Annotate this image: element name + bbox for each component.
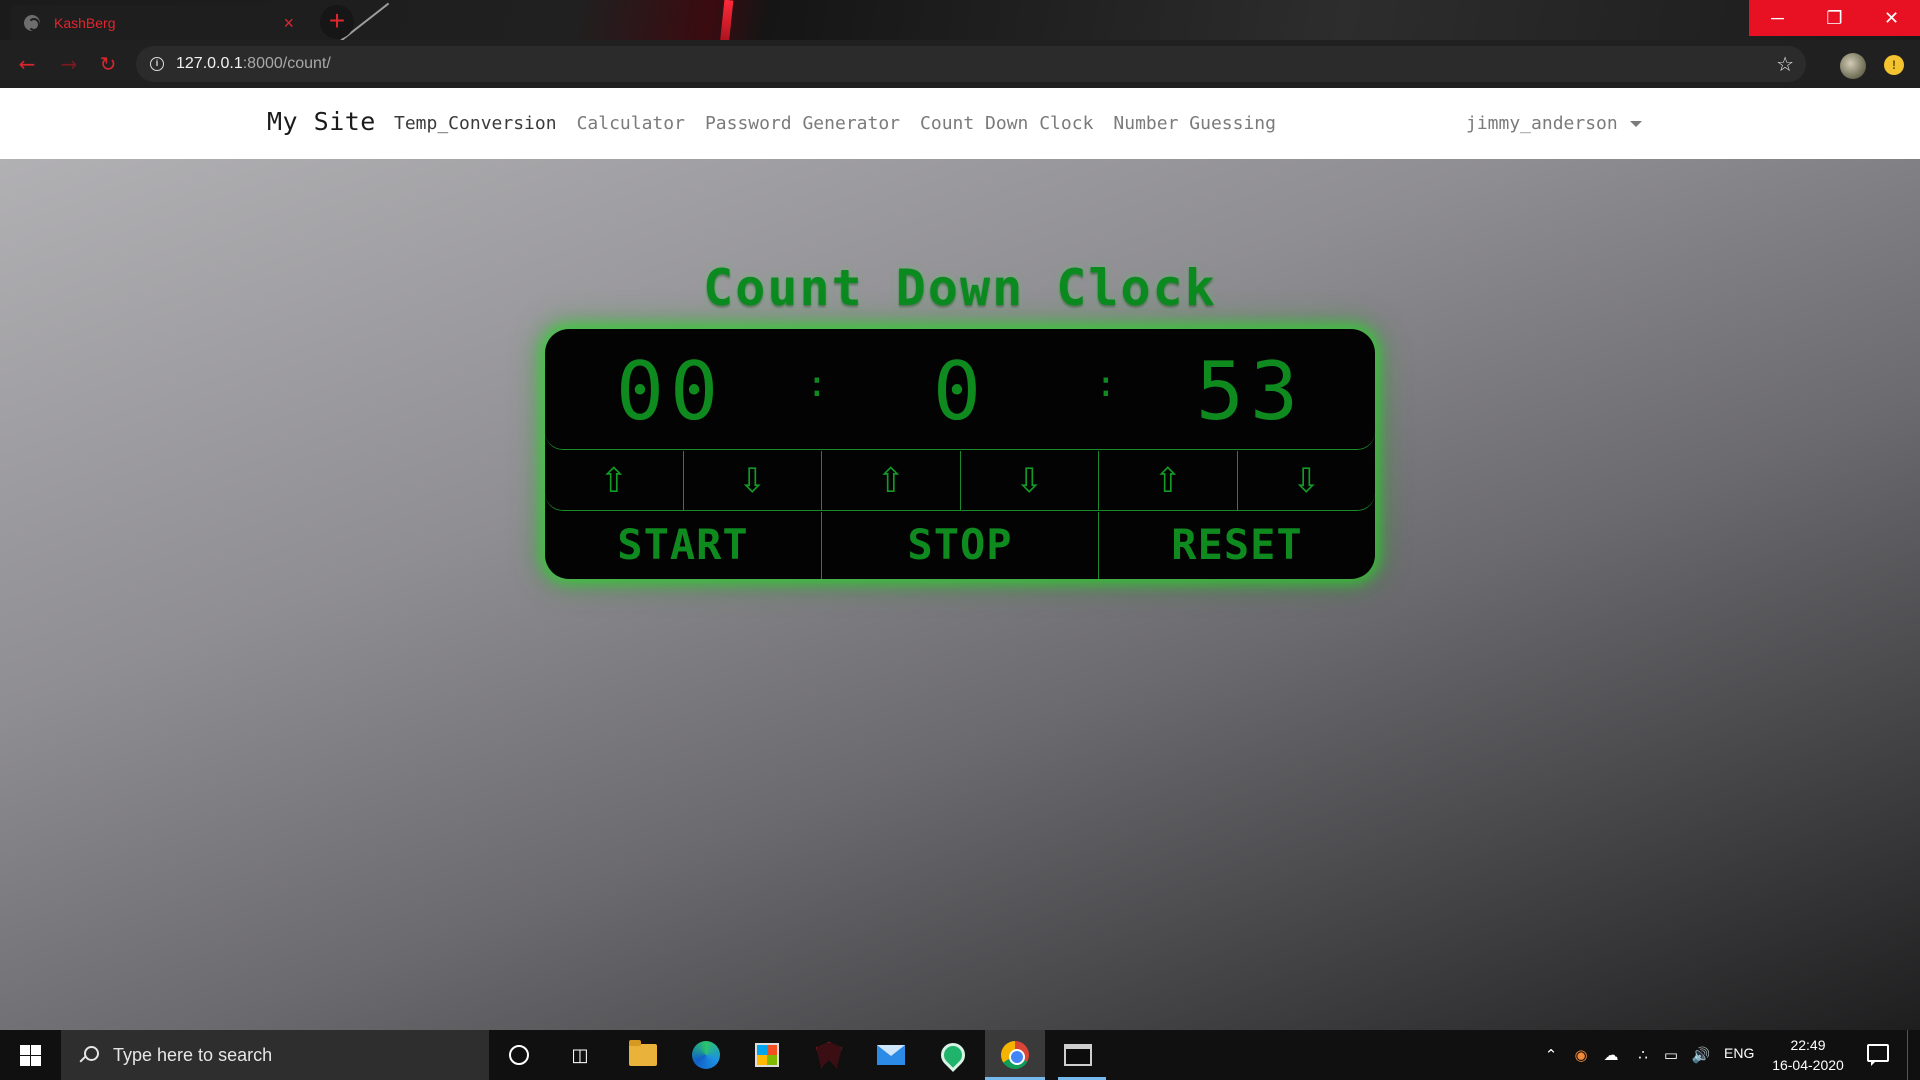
minutes-up-arrow-icon[interactable]: ⇧ bbox=[821, 451, 960, 511]
mail-icon[interactable] bbox=[875, 1039, 907, 1071]
taskbar-search-input[interactable]: Type here to search bbox=[61, 1030, 489, 1080]
update-available-icon[interactable]: ! bbox=[1884, 55, 1904, 75]
map-pin bbox=[936, 1038, 970, 1072]
chrome-logo bbox=[1001, 1041, 1029, 1069]
clock-time: 22:49 bbox=[1790, 1037, 1826, 1053]
cortana-ring bbox=[509, 1045, 529, 1065]
hours-down-arrow-icon[interactable]: ⇩ bbox=[682, 451, 822, 511]
search-icon bbox=[79, 1046, 99, 1064]
user-dropdown[interactable]: jimmy_anderson bbox=[1466, 113, 1642, 134]
minimize-button[interactable]: ─ bbox=[1749, 0, 1806, 36]
time-separator: : bbox=[806, 364, 828, 405]
browser-tab[interactable]: KashBerg × bbox=[10, 5, 308, 40]
predator-icon[interactable] bbox=[813, 1039, 845, 1071]
chevron-up-icon[interactable]: ⌃ bbox=[1540, 1044, 1562, 1066]
wallpaper-decoration bbox=[719, 0, 734, 40]
back-arrow-icon[interactable]: ← bbox=[15, 52, 39, 76]
windows-logo-pane bbox=[20, 1056, 30, 1066]
wifi-icon[interactable]: ∴ bbox=[1632, 1044, 1654, 1066]
globe-favicon-icon bbox=[24, 14, 40, 31]
terminal-icon[interactable] bbox=[1062, 1039, 1094, 1071]
new-tab-button[interactable]: + bbox=[320, 5, 354, 39]
edge-logo bbox=[692, 1041, 720, 1069]
store-icon[interactable] bbox=[751, 1039, 783, 1071]
close-window-button[interactable]: ✕ bbox=[1863, 0, 1920, 36]
maximize-button[interactable]: ❐ bbox=[1806, 0, 1863, 36]
terminal-window bbox=[1064, 1044, 1092, 1066]
page-content: Count Down Clock 00 : 0 : 53 ⇧ ⇩ ⇧ ⇩ ⇧ ⇩… bbox=[0, 159, 1920, 1030]
mail-envelope bbox=[877, 1045, 905, 1065]
hours-value: 00 bbox=[615, 345, 725, 438]
site-info-icon[interactable]: i bbox=[150, 57, 164, 71]
tab-title: KashBerg bbox=[54, 14, 116, 31]
store-logo bbox=[755, 1043, 779, 1067]
url-host: 127.0.0.1 bbox=[176, 55, 243, 72]
onedrive-cloud-icon[interactable]: ☁ bbox=[1600, 1044, 1622, 1066]
nav-link-number-guessing[interactable]: Number Guessing bbox=[1113, 113, 1276, 134]
nav-link-password-generator[interactable]: Password Generator bbox=[705, 113, 900, 134]
username: jimmy_anderson bbox=[1466, 113, 1618, 134]
tab-close-icon[interactable]: × bbox=[283, 14, 294, 32]
clock-actions: START STOP RESET bbox=[545, 512, 1375, 579]
reload-icon[interactable]: ↻ bbox=[96, 52, 120, 76]
bookmark-star-icon[interactable]: ☆ bbox=[1776, 52, 1794, 76]
system-clock[interactable]: 22:49 16-04-2020 bbox=[1770, 1035, 1846, 1075]
hours-up-arrow-icon[interactable]: ⇧ bbox=[545, 451, 683, 511]
address-bar[interactable]: i 127.0.0.1:8000/count/ ☆ bbox=[136, 46, 1806, 82]
windows-start-icon[interactable] bbox=[0, 1030, 60, 1080]
windows-logo-pane bbox=[31, 1045, 41, 1055]
input-language[interactable]: ENG bbox=[1724, 1045, 1754, 1061]
folder-shape bbox=[629, 1040, 657, 1066]
nav-link-count-down-clock[interactable]: Count Down Clock bbox=[920, 113, 1093, 134]
time-display: 00 : 0 : 53 bbox=[545, 329, 1375, 450]
minutes-value: 0 bbox=[932, 345, 988, 438]
stop-button[interactable]: STOP bbox=[821, 512, 1098, 579]
minutes-down-arrow-icon[interactable]: ⇩ bbox=[959, 451, 1099, 511]
site-navbar: My Site Temp_Conversion Calculator Passw… bbox=[0, 88, 1920, 159]
forward-arrow-icon[interactable]: → bbox=[57, 52, 81, 76]
page-title: Count Down Clock bbox=[703, 259, 1217, 317]
nav-link-temp-conversion[interactable]: Temp_Conversion bbox=[394, 113, 557, 134]
battery-icon[interactable]: ▭ bbox=[1660, 1044, 1682, 1066]
taskbar: Type here to search ◫ ⌃ ◉ ☁ ∴ ▭ 🔊 ENG 22… bbox=[0, 1030, 1920, 1080]
file-explorer-icon[interactable] bbox=[627, 1039, 659, 1071]
url-path: :8000/count/ bbox=[242, 55, 331, 72]
tray-app-icon[interactable]: ◉ bbox=[1570, 1044, 1592, 1066]
browser-toolbar: ← → ↻ i 127.0.0.1:8000/count/ ☆ bbox=[0, 40, 1920, 88]
seconds-up-arrow-icon[interactable]: ⇧ bbox=[1098, 451, 1237, 511]
cortana-icon[interactable] bbox=[503, 1039, 535, 1071]
seconds-down-arrow-icon[interactable]: ⇩ bbox=[1236, 451, 1376, 511]
adjust-controls: ⇧ ⇩ ⇧ ⇩ ⇧ ⇩ bbox=[545, 451, 1375, 511]
chrome-icon[interactable] bbox=[985, 1030, 1045, 1080]
countdown-clock: 00 : 0 : 53 ⇧ ⇩ ⇧ ⇩ ⇧ ⇩ START STOP RESET bbox=[545, 329, 1375, 579]
search-placeholder: Type here to search bbox=[113, 1044, 273, 1065]
volume-icon[interactable]: 🔊 bbox=[1690, 1044, 1712, 1066]
windows-logo-pane bbox=[31, 1056, 41, 1066]
time-separator: : bbox=[1095, 364, 1117, 405]
clock-date: 16-04-2020 bbox=[1772, 1057, 1844, 1073]
seconds-value: 53 bbox=[1195, 345, 1305, 438]
edge-icon[interactable] bbox=[690, 1039, 722, 1071]
nav-link-calculator[interactable]: Calculator bbox=[577, 113, 685, 134]
predator-logo bbox=[816, 1042, 842, 1068]
windows-logo-pane bbox=[20, 1045, 30, 1055]
reset-button[interactable]: RESET bbox=[1098, 512, 1375, 579]
start-button[interactable]: START bbox=[545, 512, 821, 579]
show-desktop-button[interactable] bbox=[1907, 1030, 1908, 1080]
site-brand-link[interactable]: My Site bbox=[267, 107, 376, 136]
notifications-icon[interactable] bbox=[1867, 1044, 1889, 1066]
nav-links: Temp_Conversion Calculator Password Gene… bbox=[394, 113, 1296, 134]
maps-icon[interactable] bbox=[936, 1038, 970, 1072]
task-view-icon[interactable]: ◫ bbox=[564, 1039, 596, 1071]
profile-avatar[interactable] bbox=[1840, 53, 1866, 79]
caret-down-icon bbox=[1629, 120, 1642, 127]
browser-tab-strip: KashBerg × + ─ ❐ ✕ bbox=[0, 0, 1920, 40]
